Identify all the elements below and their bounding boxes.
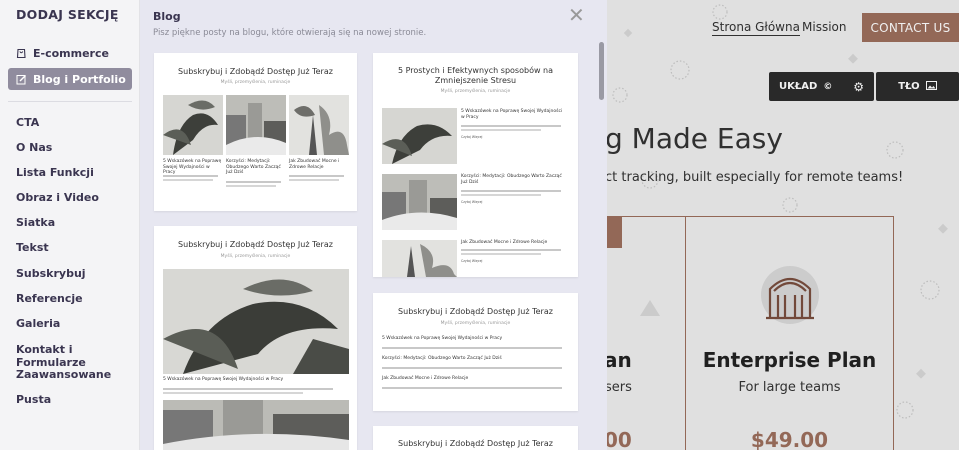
post-excerpt	[382, 387, 562, 389]
scrollbar-thumb[interactable]	[599, 42, 604, 100]
city-photo	[163, 400, 349, 450]
post-excerpt	[461, 190, 561, 192]
category-subscribe[interactable]: Subskrybuj	[16, 267, 86, 280]
post-title: 5 Wskazówek na Poprawę Swojej Wydajności…	[163, 159, 222, 175]
post-title: Jak Zbudować Mocne i Zdrowe Relacje	[461, 240, 548, 245]
read-more-link: Czytaj Więcej	[461, 135, 483, 139]
category-image-video[interactable]: Obraz i Video	[16, 191, 99, 204]
block-title: Subskrybuj i Zdobądź Dostęp Już Teraz	[178, 240, 333, 249]
sidebar-item-label: Blog i Portfolio	[33, 72, 126, 86]
block-subtitle: Myśli, przemyślenia, ruminacje	[440, 89, 511, 94]
category-advanced[interactable]: Zaawansowane	[16, 368, 111, 381]
post-excerpt	[163, 388, 333, 390]
post-excerpt	[226, 181, 281, 183]
post-excerpt	[461, 194, 541, 196]
post-excerpt	[163, 179, 213, 181]
read-more-link: Czytaj Więcej	[461, 200, 483, 204]
post-title: 5 Wskazówek na Poprawę Swojej Wydajności…	[382, 336, 503, 341]
post-excerpt	[382, 347, 562, 349]
post-excerpt	[461, 125, 561, 127]
post-title: Korzyści: Medytacji: Obudzego Warto Zacz…	[461, 174, 562, 185]
edit-icon	[16, 74, 27, 85]
block-title: Subskrybuj i Zdobądź Dostęp Już Teraz	[398, 439, 553, 448]
panel-subtitle: Pisz piękne posty na blogu, które otwier…	[153, 28, 427, 38]
cart-icon	[16, 48, 27, 59]
post-title: 5 Wskazówek na Poprawę Swojej Wydajności…	[163, 377, 284, 382]
post-excerpt	[382, 367, 562, 369]
category-testimonials[interactable]: Referencje	[16, 292, 83, 305]
city-photo	[382, 174, 457, 230]
sidebar-item-ecommerce[interactable]: E-commerce	[8, 42, 132, 64]
block-title: Subskrybuj i Zdobądź Dostęp Już Teraz	[398, 307, 553, 316]
post-title: Korzyści: Medytacji: Obudzego Warto Zacz…	[382, 356, 502, 361]
tree-photo	[382, 240, 457, 277]
block-subtitle: Myśli, przemyślenia, ruminacje	[220, 80, 291, 85]
city-photo	[226, 95, 286, 155]
blog-block-three-column[interactable]: Subskrybuj i Zdobądź Dostęp Już Teraz My…	[154, 53, 357, 211]
blog-block-side-list[interactable]: 5 Prostych i Efektywnych sposobów na Zmn…	[373, 53, 578, 277]
sidebar-title: DODAJ SEKCJĘ	[16, 7, 119, 22]
category-blank[interactable]: Pusta	[16, 393, 51, 406]
post-excerpt	[226, 185, 276, 187]
category-text[interactable]: Tekst	[16, 241, 49, 254]
category-grid[interactable]: Siatka	[16, 216, 55, 229]
category-contact-forms[interactable]: Kontakt i Formularze	[16, 343, 139, 369]
sidebar-item-blog-portfolio[interactable]: Blog i Portfolio	[8, 68, 132, 90]
post-excerpt	[461, 253, 541, 255]
blog-blocks-panel: Blog Pisz piękne posty na blogu, które o…	[140, 0, 607, 450]
block-subtitle: Myśli, przemyślenia, ruminacje	[440, 321, 511, 326]
block-title: Subskrybuj i Zdobądź Dostęp Już Teraz	[178, 67, 333, 76]
block-subtitle: Myśli, przemyślenia, ruminacje	[220, 254, 291, 259]
category-gallery[interactable]: Galeria	[16, 317, 60, 330]
post-excerpt	[163, 392, 303, 394]
sidebar-divider	[8, 101, 132, 102]
category-about[interactable]: O Nas	[16, 141, 52, 154]
close-icon[interactable]: ✕	[568, 5, 585, 25]
plant-photo	[163, 269, 349, 374]
post-excerpt	[289, 179, 339, 181]
sidebar-item-label: E-commerce	[33, 46, 109, 60]
add-section-sidebar: DODAJ SEKCJĘ E-commerce Blog i Portfolio…	[0, 0, 140, 450]
post-title: Jak Zbudować Mocne i Zdrowe Relacje	[382, 376, 469, 381]
category-cta[interactable]: CTA	[16, 116, 39, 129]
post-title: Korzyści: Medytacji: Obudzego Warto Zacz…	[226, 159, 281, 175]
blog-block-featured[interactable]: Subskrybuj i Zdobądź Dostęp Już Teraz My…	[154, 226, 357, 450]
blog-block-partial[interactable]: Subskrybuj i Zdobądź Dostęp Już Teraz	[373, 426, 578, 450]
category-feature-list[interactable]: Lista Funkcji	[16, 166, 94, 179]
post-excerpt	[461, 129, 541, 131]
blog-block-text-list[interactable]: Subskrybuj i Zdobądź Dostęp Już Teraz My…	[373, 293, 578, 411]
panel-title: Blog	[153, 10, 181, 23]
plant-photo	[163, 95, 223, 155]
post-excerpt	[163, 175, 218, 177]
post-excerpt	[289, 175, 344, 177]
post-title: Jak Zbudować Mocne i Zdrowe Relacje	[289, 159, 340, 170]
panel-scrollbar[interactable]	[599, 40, 605, 450]
post-title: 5 Wskazówek na Poprawę Swojej Wydajności…	[461, 109, 563, 120]
tree-photo	[289, 95, 349, 155]
read-more-link: Czytaj Więcej	[461, 259, 483, 263]
post-excerpt	[461, 249, 561, 251]
plant-photo	[382, 108, 457, 164]
block-title: 5 Prostych i Efektywnych sposobów na Zmn…	[397, 66, 554, 85]
